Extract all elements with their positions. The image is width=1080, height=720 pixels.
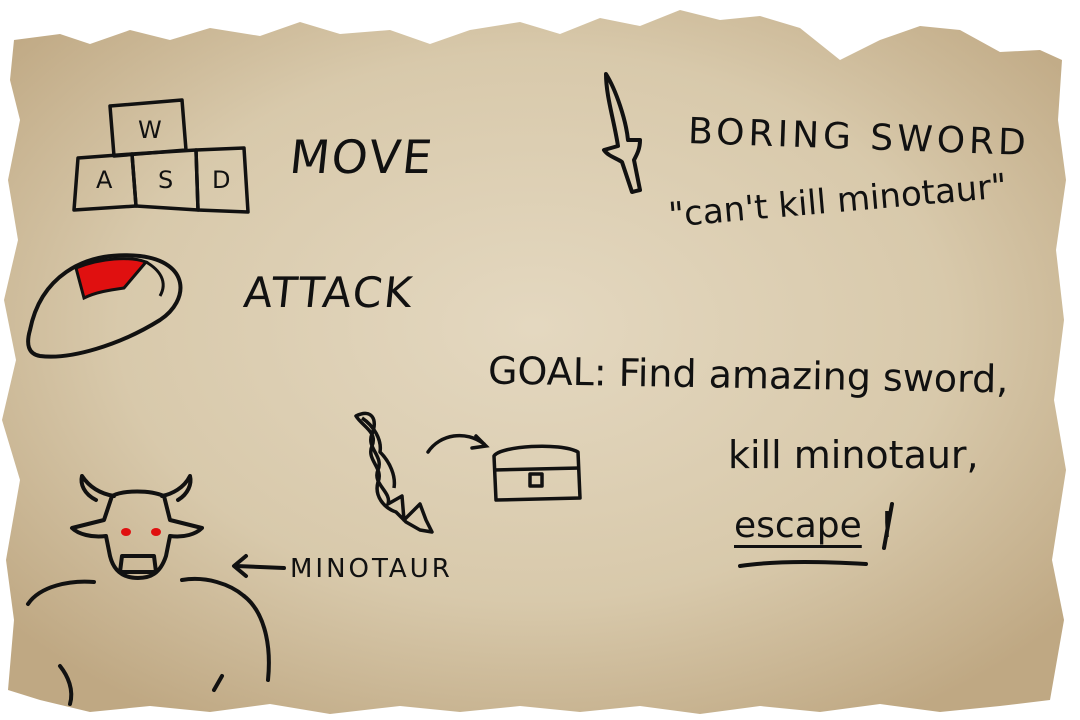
instructions-screen: W A S D MOVE ATTACK BORING SWORD "can't …	[0, 0, 1080, 720]
move-label: MOVE	[287, 130, 437, 184]
key-a-label: A	[96, 166, 113, 194]
goal-escape-word: escape	[734, 505, 862, 546]
key-w-label: W	[138, 116, 162, 144]
goal-line-1: GOAL: Find amazing sword,	[487, 348, 1009, 402]
goal-line-2: kill minotaur,	[728, 433, 979, 477]
key-s-label: S	[158, 166, 174, 194]
attack-label: ATTACK	[241, 268, 417, 317]
goal-exclamation: !	[879, 505, 895, 546]
goal-line-3: escape!	[734, 508, 894, 544]
minotaur-label: MINOTAUR	[290, 554, 453, 584]
key-d-label: D	[212, 166, 231, 194]
